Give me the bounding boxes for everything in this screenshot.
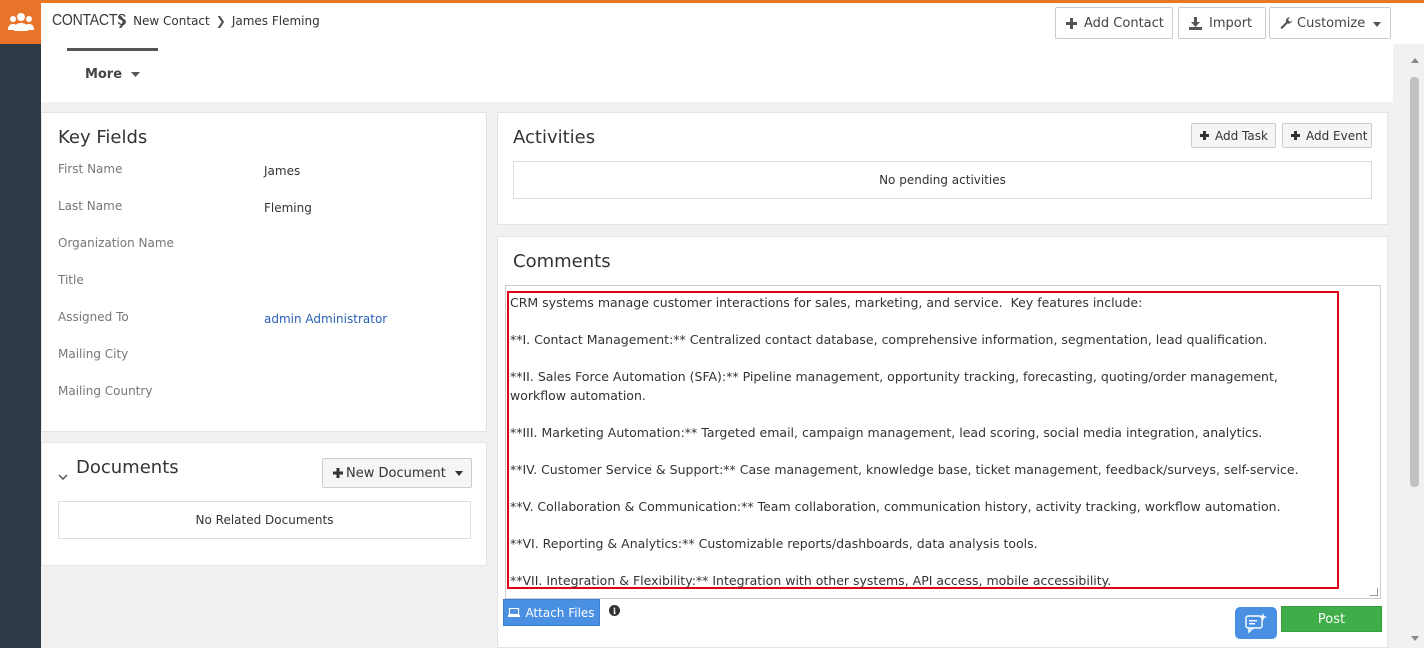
key-fields-title: Key Fields: [58, 127, 148, 148]
breadcrumb-record: James Fleming: [231, 14, 320, 28]
plus-icon: [1200, 131, 1209, 140]
tab-more[interactable]: More: [67, 48, 158, 98]
post-button[interactable]: Post: [1281, 606, 1382, 632]
customize-button[interactable]: Customize: [1269, 7, 1391, 39]
tab-more-label: More: [84, 67, 123, 82]
comments-card: Comments CRM systems manage customer int…: [497, 236, 1388, 648]
download-icon: [1189, 16, 1202, 30]
documents-title: Documents: [76, 457, 179, 478]
caret-down-icon: [131, 72, 141, 77]
page-scrollbar[interactable]: [1410, 77, 1419, 487]
tab-strip: More: [41, 44, 1393, 102]
breadcrumb-module[interactable]: CONTACTS: [52, 12, 127, 30]
new-document-button[interactable]: New Document: [322, 458, 472, 488]
add-contact-label: Add Contact: [1084, 15, 1164, 31]
attach-files-label: Attach Files: [525, 605, 595, 620]
customize-label: Customize: [1297, 15, 1366, 31]
contacts-app-icon[interactable]: [0, 0, 41, 44]
breadcrumb: CONTACTS ❯ New Contact ❯ James Fleming: [52, 12, 320, 30]
add-task-button[interactable]: Add Task: [1191, 123, 1276, 148]
chevron-down-icon[interactable]: [58, 465, 68, 484]
scroll-down-arrow[interactable]: [1411, 636, 1419, 641]
field-label-last-name: Last Name: [58, 199, 123, 213]
plus-icon: [1291, 131, 1300, 140]
documents-card: Documents New Document No Related Docume…: [41, 442, 487, 566]
breadcrumb-new-contact[interactable]: New Contact: [133, 14, 210, 28]
info-icon[interactable]: i: [609, 605, 620, 616]
field-label-mailing-city: Mailing City: [58, 347, 129, 361]
field-label-first-name: First Name: [58, 162, 123, 176]
import-label: Import: [1209, 15, 1253, 31]
attach-files-button[interactable]: Attach Files: [503, 599, 600, 626]
plus-icon: [333, 468, 343, 478]
comments-title: Comments: [513, 251, 611, 272]
documents-empty-state: No Related Documents: [58, 501, 471, 539]
field-label-mailing-country: Mailing Country: [58, 384, 153, 398]
ai-assist-button[interactable]: [1235, 607, 1277, 639]
field-value-first-name[interactable]: James: [264, 164, 300, 178]
key-fields-card: Key Fields First Name James Last Name Fl…: [41, 112, 487, 432]
wrench-icon: [1280, 16, 1293, 30]
add-event-button[interactable]: Add Event: [1282, 123, 1372, 148]
field-value-last-name[interactable]: Fleming: [264, 201, 312, 215]
field-label-title: Title: [58, 273, 84, 287]
new-document-label: New Document: [346, 465, 446, 481]
left-sidebar: [0, 0, 41, 648]
caret-down-icon: [454, 470, 463, 476]
resize-handle[interactable]: [1370, 588, 1378, 596]
comment-text[interactable]: CRM systems manage customer interactions…: [510, 294, 1330, 590]
caret-down-icon: [1373, 16, 1382, 31]
activities-empty-state: No pending activities: [513, 161, 1372, 199]
chevron-right-icon: ❯: [215, 14, 226, 28]
chat-sparkle-icon: [1245, 613, 1267, 633]
activities-card: Activities Add Task Add Event No pending…: [497, 112, 1388, 225]
scroll-up-arrow[interactable]: [1411, 58, 1419, 63]
laptop-icon: [508, 608, 521, 617]
field-label-organization: Organization Name: [58, 236, 174, 250]
page-header: CONTACTS ❯ New Contact ❯ James Fleming A…: [41, 3, 1424, 44]
import-button[interactable]: Import: [1178, 7, 1266, 39]
activities-title: Activities: [513, 127, 596, 148]
add-contact-button[interactable]: Add Contact: [1055, 7, 1173, 39]
users-group-icon: [7, 13, 34, 31]
add-event-label: Add Event: [1306, 128, 1368, 143]
field-value-assigned-to[interactable]: admin Administrator: [264, 312, 387, 326]
plus-icon: [1066, 17, 1077, 29]
add-task-label: Add Task: [1215, 128, 1268, 143]
field-label-assigned-to: Assigned To: [58, 310, 129, 324]
